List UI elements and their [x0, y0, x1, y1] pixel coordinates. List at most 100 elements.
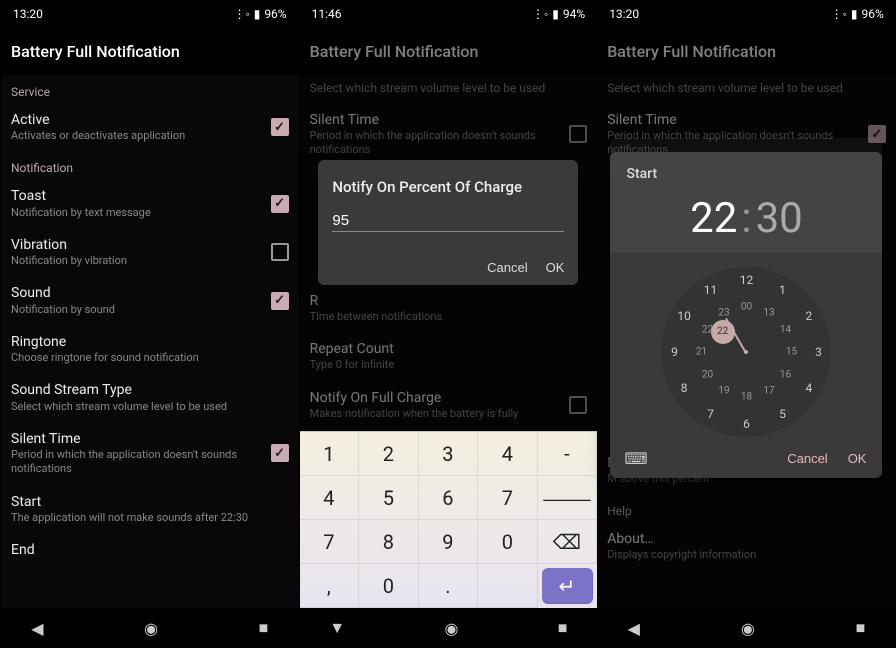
clock-hour-18[interactable]: 18: [741, 392, 752, 403]
key-9[interactable]: 9: [419, 520, 479, 564]
setting-silent[interactable]: Silent Time Period in which the applicat…: [1, 422, 299, 485]
nav-recent-icon[interactable]: ■: [558, 618, 568, 638]
clock-hour-11[interactable]: 11: [704, 283, 718, 297]
key-enter-icon[interactable]: ↵: [542, 568, 594, 604]
key-dash[interactable]: -: [538, 432, 598, 476]
clock-selected-hour[interactable]: 22: [711, 320, 735, 344]
clock-hour-5[interactable]: 5: [779, 407, 786, 421]
key-8[interactable]: 8: [359, 520, 419, 564]
setting-sound[interactable]: Sound Notification by sound: [1, 276, 299, 324]
wifi-icon: ⋮◦: [233, 7, 249, 21]
pane-settings-list: 13:20 ⋮◦ ▮ 96% Battery Full Notification…: [0, 0, 299, 648]
checkbox-sound[interactable]: [271, 292, 289, 310]
nav-home-icon[interactable]: ◉: [741, 619, 755, 638]
clock-hour-7[interactable]: 7: [707, 407, 714, 421]
key-5[interactable]: 5: [359, 476, 419, 520]
key-3[interactable]: 3: [419, 432, 479, 476]
key-6[interactable]: 6: [419, 476, 479, 520]
setting-repeat: Repeat Count Type 0 for infinite: [300, 332, 598, 380]
clock-hour-12[interactable]: 12: [740, 273, 754, 287]
setting-end[interactable]: End: [1, 533, 299, 567]
key-2[interactable]: 2: [359, 432, 419, 476]
clock-hour-6[interactable]: 6: [743, 417, 750, 431]
key-comma[interactable]: ,: [300, 564, 360, 608]
nav-bar: ◀ ◉ ■: [597, 608, 896, 648]
checkbox-toast[interactable]: [271, 195, 289, 213]
stream-title: Sound Stream Type: [11, 381, 289, 399]
key-0b[interactable]: 0: [359, 564, 419, 608]
vibration-sub: Notification by vibration: [11, 254, 263, 268]
nav-recent-icon[interactable]: ■: [856, 618, 866, 638]
clock-hour-3[interactable]: 3: [815, 345, 822, 359]
checkbox-vibration[interactable]: [271, 243, 289, 261]
time-hours[interactable]: 22: [690, 194, 737, 243]
clock-hour-17[interactable]: 17: [763, 385, 774, 396]
nav-back-icon[interactable]: ◀: [628, 619, 640, 638]
pane-percent-dialog: 11:46 ⋮◦ ▮ 94% Battery Full Notification…: [299, 0, 598, 648]
app-title: Battery Full Notification: [300, 28, 598, 75]
checkbox-silent[interactable]: [271, 444, 289, 462]
clock-hour-14[interactable]: 14: [780, 324, 791, 335]
setting-toast[interactable]: Toast Notification by text message: [1, 179, 299, 227]
battery-pct: 94%: [563, 7, 585, 21]
key-7b[interactable]: 7: [300, 520, 360, 564]
clock-hour-1[interactable]: 1: [779, 283, 786, 297]
setting-ringtone[interactable]: Ringtone Choose ringtone for sound notif…: [1, 325, 299, 373]
cancel-button[interactable]: Cancel: [787, 451, 827, 466]
time-minutes[interactable]: 30: [756, 194, 803, 243]
full-title: Notify On Full Charge: [310, 389, 562, 407]
nav-home-icon[interactable]: ◉: [144, 619, 158, 638]
key-7[interactable]: 7: [478, 476, 538, 520]
clock-hour-2[interactable]: 2: [805, 309, 812, 323]
key-4b[interactable]: 4: [300, 476, 360, 520]
keyboard-icon[interactable]: ⌨: [624, 449, 647, 468]
setting-start[interactable]: Start The application will not make soun…: [1, 485, 299, 533]
key-space[interactable]: ⸻: [538, 476, 598, 520]
setting-vibration[interactable]: Vibration Notification by vibration: [1, 228, 299, 276]
clock-hour-9[interactable]: 9: [671, 345, 678, 359]
clock-hour-8[interactable]: 8: [681, 381, 688, 395]
nav-home-icon[interactable]: ◉: [444, 619, 458, 638]
setting-stream[interactable]: Sound Stream Type Select which stream vo…: [1, 373, 299, 421]
key-empty: [478, 564, 538, 608]
nav-back-icon[interactable]: ◀: [31, 619, 43, 638]
time-picker-dialog: Start 22 : 30 22 12123456789101100131415…: [610, 152, 882, 478]
setting-active[interactable]: Active Activates or deactivates applicat…: [1, 103, 299, 151]
app-title: Battery Full Notification: [1, 28, 299, 75]
wifi-icon: ⋮◦: [532, 7, 548, 21]
clock-hour-19[interactable]: 19: [718, 385, 729, 396]
sound-sub: Notification by sound: [11, 303, 263, 317]
clock-hour-00[interactable]: 00: [741, 302, 752, 313]
status-bar: 13:20 ⋮◦ ▮ 96%: [597, 0, 896, 28]
cancel-button[interactable]: Cancel: [487, 260, 527, 275]
clock-hour-20[interactable]: 20: [702, 369, 713, 380]
ok-button[interactable]: OK: [546, 260, 565, 275]
time-colon: :: [741, 194, 751, 243]
clock-hour-16[interactable]: 16: [780, 369, 791, 380]
percent-input[interactable]: [332, 210, 564, 232]
nav-recent-icon[interactable]: ■: [259, 618, 269, 638]
key-0[interactable]: 0: [478, 520, 538, 564]
clock-hour-21[interactable]: 21: [696, 347, 707, 358]
clock-hour-23[interactable]: 23: [718, 308, 729, 319]
full-sub: Makes notification when the battery is f…: [310, 407, 562, 421]
key-backspace-icon[interactable]: ⌫: [538, 520, 598, 564]
about-title: About…: [607, 530, 886, 548]
setting-full: Notify On Full Charge Makes notification…: [300, 381, 598, 429]
silent-title: Silent Time: [11, 430, 263, 448]
nav-back-icon[interactable]: ▼: [329, 618, 345, 638]
section-notification: Notification: [1, 151, 299, 179]
clock-face[interactable]: 22 1212345678910110013141516171819202122…: [661, 267, 831, 437]
clock-hour-13[interactable]: 13: [763, 308, 774, 319]
clock-hour-15[interactable]: 15: [786, 347, 797, 358]
toast-sub: Notification by text message: [11, 206, 263, 220]
key-dot[interactable]: .: [419, 564, 479, 608]
key-4[interactable]: 4: [478, 432, 538, 476]
checkbox-active[interactable]: [271, 118, 289, 136]
clock-hour-22[interactable]: 22: [702, 324, 713, 335]
clock-hour-4[interactable]: 4: [805, 381, 812, 395]
ok-button[interactable]: OK: [848, 451, 867, 466]
key-1[interactable]: 1: [300, 432, 360, 476]
clock-hour-10[interactable]: 10: [677, 309, 691, 323]
sound-title: Sound: [11, 284, 263, 302]
